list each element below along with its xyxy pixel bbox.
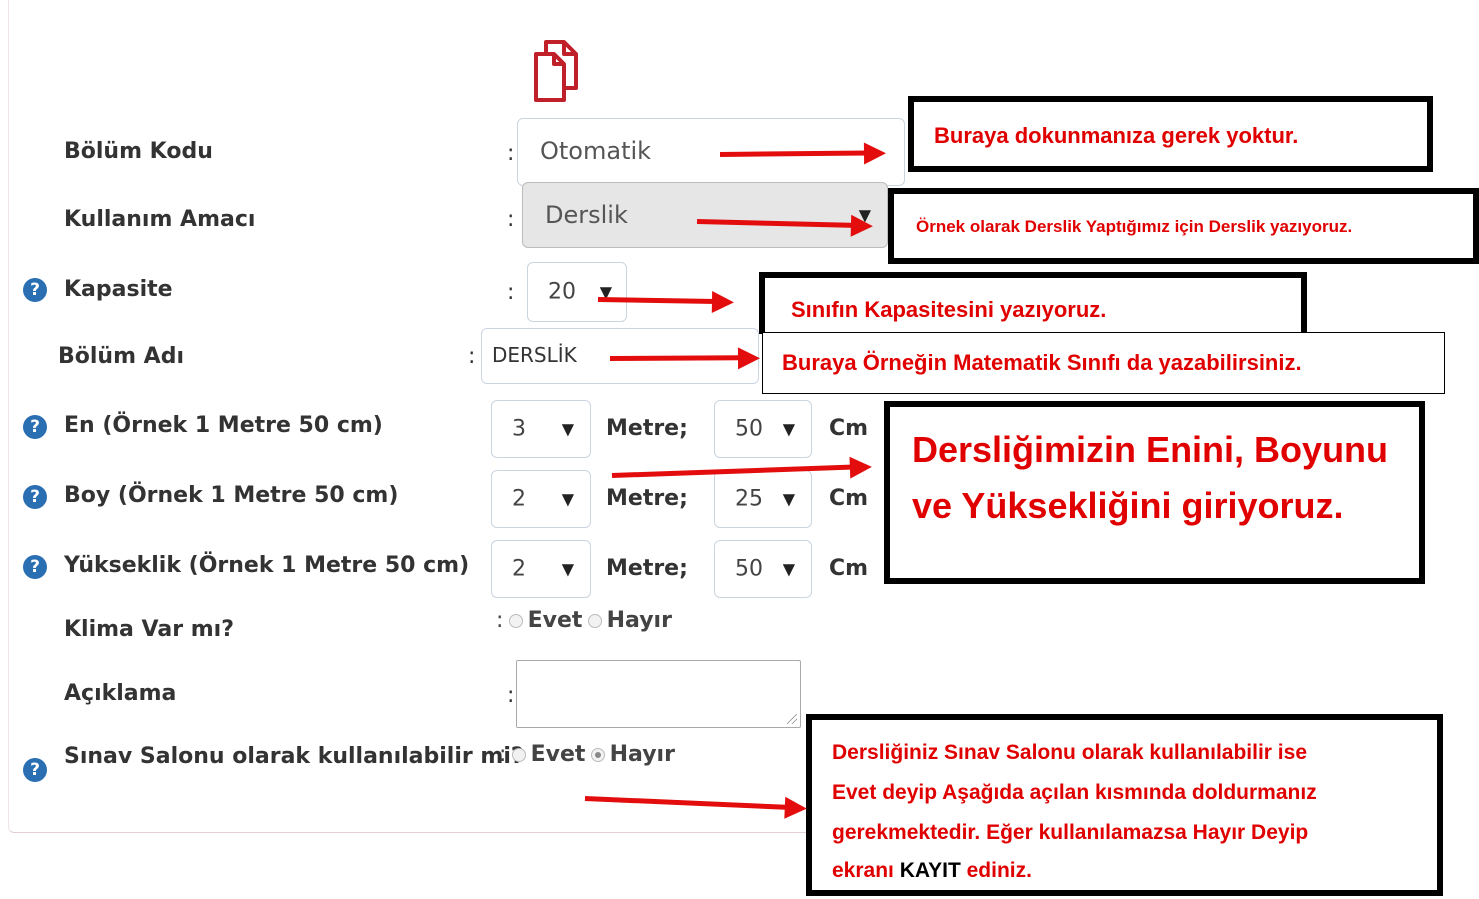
callout-dimensions-line2: ve Yüksekliğini giriyoruz.	[912, 485, 1344, 526]
kullanim-amaci-select[interactable]: Derslik ▼	[522, 182, 888, 248]
callout-dimensions: Dersliğimizin Enini, Boyunu ve Yüksekliğ…	[884, 401, 1425, 584]
klima-evet-radio[interactable]	[508, 613, 523, 628]
help-icon[interactable]: ?	[23, 278, 47, 302]
cm-unit: Cm	[829, 416, 869, 441]
help-icon[interactable]: ?	[23, 415, 47, 439]
sinav-hayir-radio[interactable]	[590, 747, 605, 762]
kapasite-label: Kapasite	[64, 277, 173, 302]
callout-bolum-kodu: Buraya dokunmanıza gerek yoktur.	[908, 96, 1433, 172]
kullanim-amaci-label: Kullanım Amacı	[64, 207, 256, 232]
callout-bolum-kodu-text: Buraya dokunmanıza gerek yoktur.	[934, 123, 1299, 148]
yukseklik-metre-value: 2	[512, 556, 526, 582]
chevron-down-icon: ▼	[561, 489, 574, 509]
metre-unit: Metre;	[606, 486, 688, 511]
chevron-down-icon: ▼	[561, 419, 574, 439]
boy-metre-select[interactable]: 2 ▼	[491, 470, 591, 528]
chevron-down-icon: ▼	[782, 489, 795, 509]
en-cm-value: 50	[735, 416, 763, 442]
bolum-adi-value: DERSLİK	[492, 343, 577, 367]
yukseklik-label: Yükseklik (Örnek 1 Metre 50 cm)	[64, 553, 470, 578]
bolum-kodu-value: Otomatik	[540, 137, 652, 165]
boy-cm-value: 25	[735, 486, 763, 512]
callout-kullanim-amaci: Örnek olarak Derslik Yaptığımız için Der…	[888, 188, 1479, 264]
cm-unit: Cm	[829, 486, 869, 511]
callout-bolum-adi-text: Buraya Örneğin Matematik Sınıfı da yazab…	[782, 350, 1302, 375]
colon: :	[468, 344, 476, 369]
callout-sinav-salonu: Dersliğiniz Sınav Salonu olarak kullanıl…	[806, 714, 1443, 896]
metre-unit: Metre;	[606, 556, 688, 581]
colon: :	[507, 683, 515, 708]
kapasite-select[interactable]: 20 ▼	[527, 262, 627, 322]
cm-unit: Cm	[829, 556, 869, 581]
aciklama-label: Açıklama	[64, 681, 177, 706]
chevron-down-icon: ▼	[782, 559, 795, 579]
kapasite-value: 20	[548, 279, 576, 305]
en-cm-select[interactable]: 50 ▼	[714, 400, 812, 458]
boy-metre-value: 2	[512, 486, 526, 512]
yukseklik-metre-select[interactable]: 2 ▼	[491, 540, 591, 598]
callout-sinav-line2: Evet deyip Aşağıda açılan kısmında doldu…	[832, 781, 1317, 804]
en-label: En (Örnek 1 Metre 50 cm)	[64, 413, 383, 438]
en-metre-value: 3	[512, 416, 526, 442]
callout-dimensions-line1: Dersliğimizin Enini, Boyunu	[912, 429, 1389, 470]
callout-sinav-line4-post: ediniz.	[960, 859, 1032, 882]
callout-kapasite: Sınıfın Kapasitesini yazıyoruz.	[759, 272, 1307, 334]
klima-hayir-radio[interactable]	[587, 613, 602, 628]
copy-icon[interactable]	[532, 36, 582, 104]
callout-bolum-adi: Buraya Örneğin Matematik Sınıfı da yazab…	[762, 332, 1445, 394]
chevron-down-icon: ▼	[782, 419, 795, 439]
yukseklik-cm-value: 50	[735, 556, 763, 582]
colon: :	[507, 141, 515, 166]
klima-label: Klima Var mı?	[64, 617, 234, 642]
sinav-salonu-radio-group: : Evet Hayır	[499, 742, 675, 767]
en-metre-select[interactable]: 3 ▼	[491, 400, 591, 458]
klima-radio-group: : Evet Hayır	[496, 608, 672, 634]
resize-handle-icon[interactable]	[787, 714, 797, 724]
callout-kapasite-text: Sınıfın Kapasitesini yazıyoruz.	[791, 297, 1107, 322]
help-icon[interactable]: ?	[23, 485, 47, 509]
sinav-hayir-label: Hayır	[609, 742, 675, 767]
arrow-bolum-adi	[609, 355, 743, 361]
bolum-kodu-label: Bölüm Kodu	[64, 139, 213, 164]
chevron-down-icon: ▼	[561, 559, 574, 579]
colon: :	[507, 207, 515, 232]
help-icon[interactable]: ?	[23, 555, 47, 579]
sinav-evet-label: Evet	[530, 742, 586, 767]
sinav-salonu-label: Sınav Salonu olarak kullanılabilir mi?	[64, 744, 524, 769]
colon: :	[496, 608, 504, 633]
colon: :	[507, 280, 515, 305]
kullanim-amaci-value: Derslik	[545, 201, 628, 229]
metre-unit: Metre;	[606, 416, 688, 441]
klima-evet-label: Evet	[527, 608, 583, 633]
callout-sinav-line3: gerekmektedir. Eğer kullanılamazsa Hayır…	[832, 821, 1309, 844]
callout-sinav-line4: ekranı KAYIT ediniz.	[832, 854, 1032, 888]
callout-kullanim-amaci-text: Örnek olarak Derslik Yaptığımız için Der…	[916, 217, 1353, 236]
boy-label: Boy (Örnek 1 Metre 50 cm)	[64, 483, 399, 508]
callout-sinav-line4-pre: ekranı	[832, 859, 900, 882]
yukseklik-cm-select[interactable]: 50 ▼	[714, 540, 812, 598]
sinav-evet-radio[interactable]	[511, 747, 526, 762]
help-icon[interactable]: ?	[23, 758, 47, 782]
bolum-adi-label: Bölüm Adı	[58, 344, 184, 369]
boy-cm-select[interactable]: 25 ▼	[714, 470, 812, 528]
klima-hayir-label: Hayır	[606, 608, 672, 633]
callout-sinav-line1: Dersliğiniz Sınav Salonu olarak kullanıl…	[832, 741, 1307, 764]
callout-sinav-kayit: KAYIT	[899, 859, 961, 882]
colon: :	[499, 742, 507, 767]
aciklama-textarea[interactable]	[516, 660, 801, 728]
